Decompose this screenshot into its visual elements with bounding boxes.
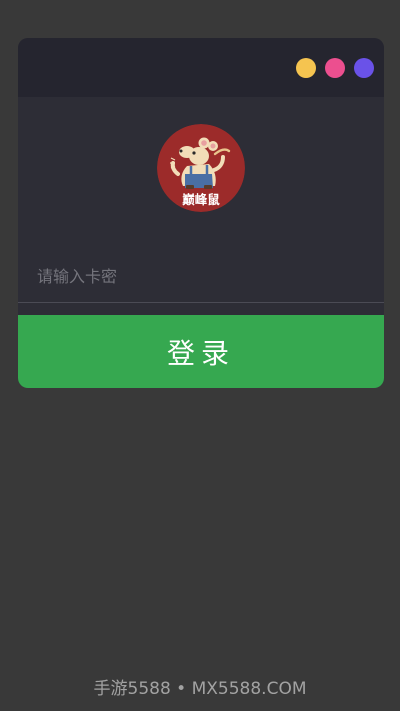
pink-dot-icon[interactable] [325,58,345,78]
title-bar [18,38,384,97]
yellow-dot-icon[interactable] [296,58,316,78]
login-button[interactable]: 登录 [18,315,384,388]
app-logo: 巅峰鼠 [157,124,245,212]
card-key-input[interactable] [18,250,384,302]
card-key-field-wrapper [18,250,384,303]
mouse-mascot-logo-icon: 巅峰鼠 [157,124,245,212]
window-controls [296,58,374,78]
watermark-text: 手游5588 • MX5588.COM [93,679,307,699]
logo-text: 巅峰鼠 [182,192,220,207]
login-card: 巅峰鼠 登录 [18,38,384,388]
purple-dot-icon[interactable] [354,58,374,78]
